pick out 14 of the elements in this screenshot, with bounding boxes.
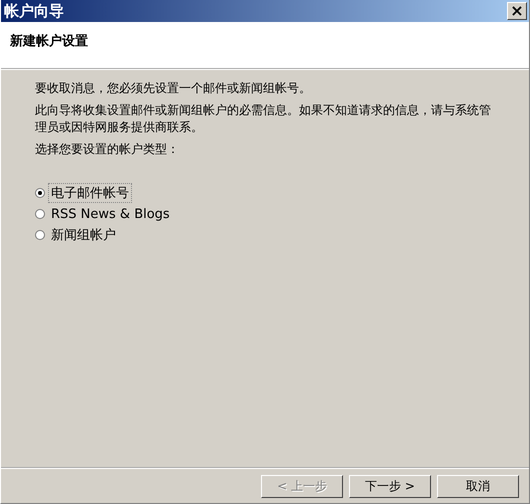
radio-label[interactable]: RSS News & Blogs	[48, 206, 173, 222]
paragraph: 要收取消息，您必须先设置一个邮件或新闻组帐号。	[35, 80, 312, 97]
radio-button[interactable]	[35, 188, 45, 198]
window-title: 帐户向导	[4, 2, 64, 20]
radio-button[interactable]	[35, 230, 45, 240]
radio-label[interactable]: 电子邮件帐号	[48, 183, 132, 203]
dialog-button[interactable]: 取消	[437, 474, 519, 498]
page-heading: 新建帐户设置	[10, 34, 88, 49]
radio-label[interactable]: 新闻组帐户	[48, 225, 119, 245]
paragraph: 选择您要设置的帐户类型：	[35, 141, 180, 158]
close-button[interactable]: ×	[507, 2, 527, 20]
paragraph: 此向导将收集设置邮件或新闻组帐户的必需信息。如果不知道请求的信息，请与系统管理员或因特网服务提供商联系。	[35, 102, 492, 136]
radio-button[interactable]	[35, 209, 45, 219]
dialog-button[interactable]: 下一步 >	[349, 474, 431, 498]
